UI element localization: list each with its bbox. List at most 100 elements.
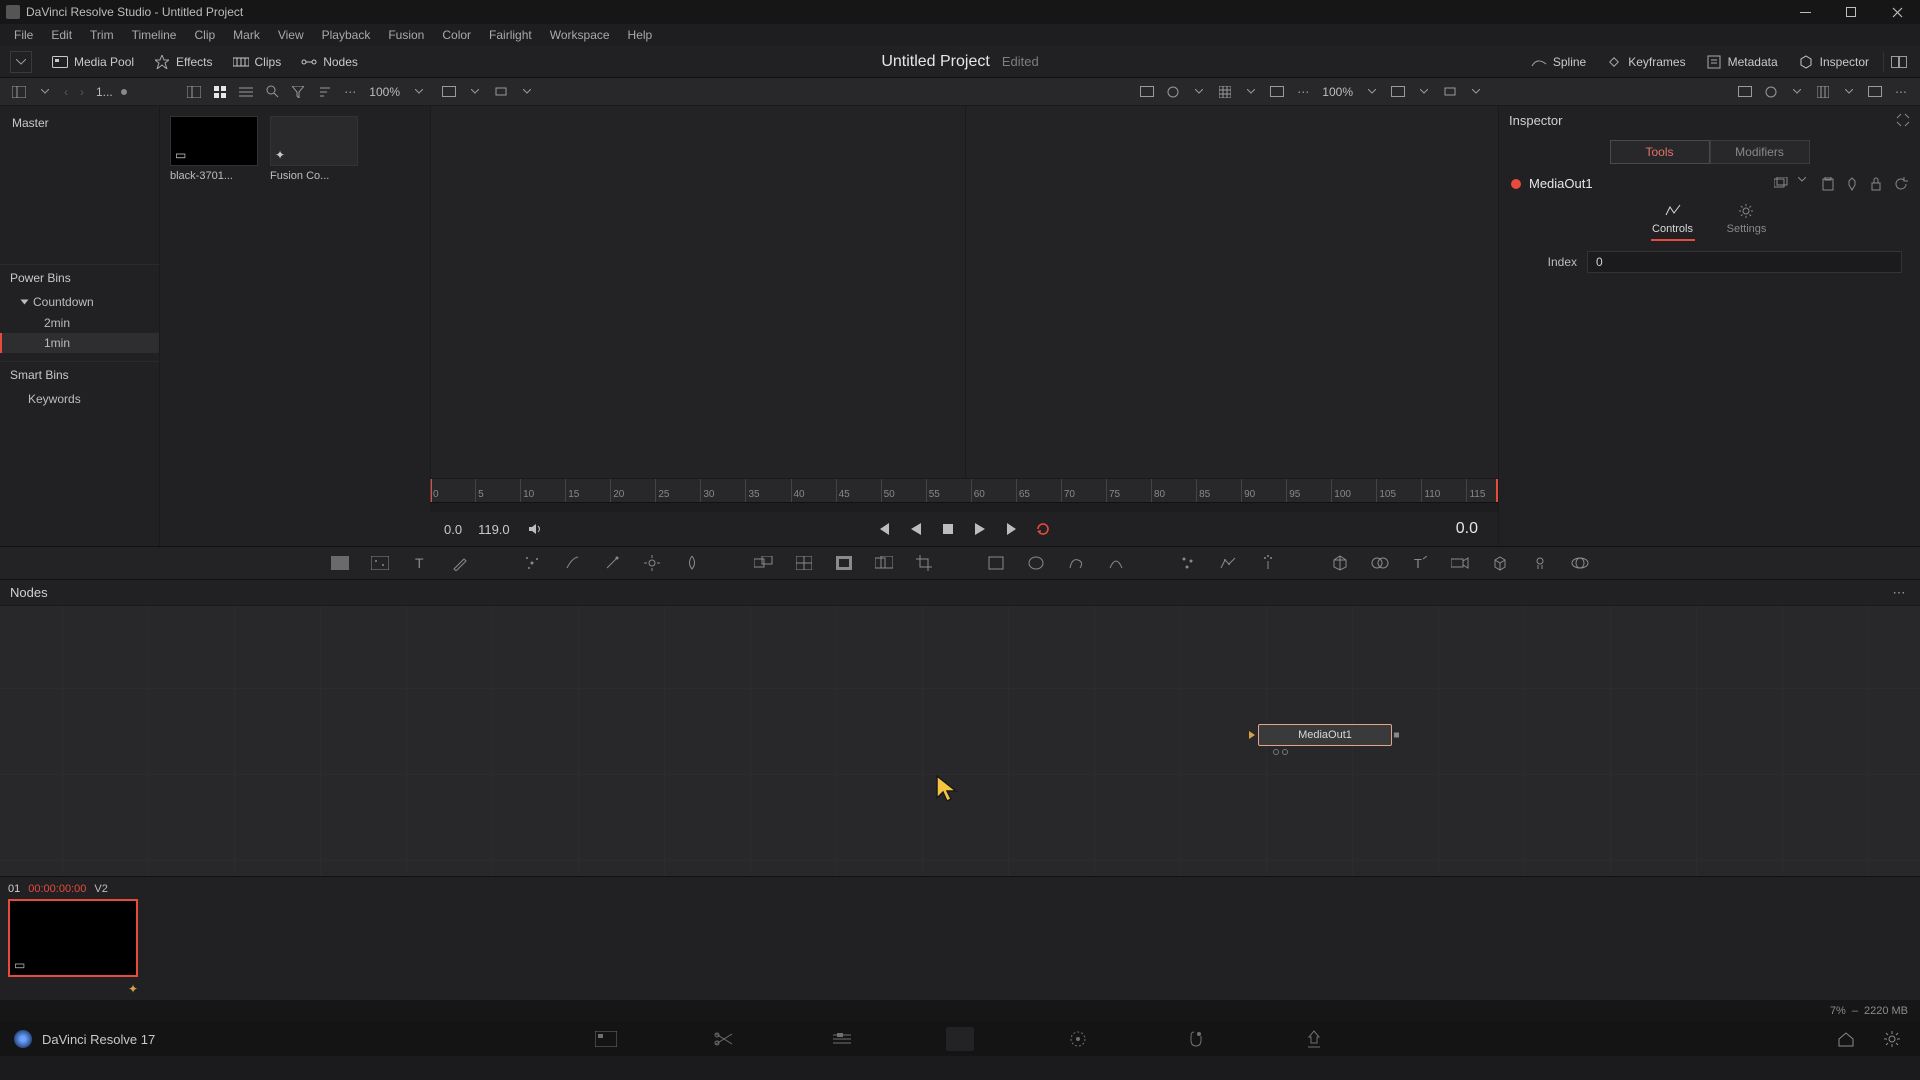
first-frame-button[interactable] [875, 520, 893, 538]
viewer2-snap-button[interactable] [1734, 82, 1756, 102]
view-thumb-button[interactable] [183, 82, 205, 102]
viewer2-grid-button[interactable] [1812, 82, 1834, 102]
play-button[interactable] [971, 520, 989, 538]
smart-bins-header[interactable]: Smart Bins [0, 361, 159, 388]
tracker-tool[interactable] [522, 553, 542, 573]
metadata-button[interactable]: Metadata [1696, 50, 1788, 74]
timeline-clip[interactable]: 01 00:00:00:00 V2 ▭ [8, 883, 140, 977]
subtab-settings[interactable]: Settings [1725, 203, 1769, 241]
dual-view-button[interactable] [1888, 52, 1910, 72]
media-pool-button[interactable]: Media Pool [42, 50, 144, 74]
menu-fairlight[interactable]: Fairlight [481, 26, 540, 44]
camera-tool[interactable] [1450, 553, 1470, 573]
audio-button[interactable] [526, 520, 544, 538]
spheres-tool[interactable] [1370, 553, 1390, 573]
viewer1-color-button[interactable] [1162, 82, 1184, 102]
effects-button[interactable]: Effects [144, 50, 222, 74]
nav-fwd[interactable]: › [76, 85, 88, 99]
zoom-left-label[interactable]: 100% [365, 85, 404, 99]
bin-2min[interactable]: 2min [0, 313, 159, 333]
merge-tool[interactable] [754, 553, 774, 573]
maximize-button[interactable] [1828, 0, 1874, 24]
versions-button[interactable] [1774, 177, 1788, 191]
media-page-button[interactable] [592, 1027, 620, 1051]
stop-button[interactable] [939, 520, 957, 538]
last-frame-button[interactable] [1003, 520, 1021, 538]
menu-file[interactable]: File [6, 26, 41, 44]
menu-view[interactable]: View [270, 26, 312, 44]
paint-tool[interactable] [450, 553, 470, 573]
bin-list-button[interactable] [8, 82, 30, 102]
node-color-dot[interactable] [1511, 179, 1521, 189]
menu-workspace[interactable]: Workspace [542, 26, 618, 44]
out-point[interactable]: 119.0 [478, 522, 510, 537]
power-bins-header[interactable]: Power Bins [0, 264, 159, 291]
bin-dropdown[interactable] [34, 82, 56, 102]
nav-back[interactable]: ‹ [60, 85, 72, 99]
fastnoise-tool[interactable] [370, 553, 390, 573]
nodes-button[interactable]: Nodes [291, 50, 368, 74]
cube-tool[interactable] [1490, 553, 1510, 573]
viewer1-color-dropdown[interactable] [1188, 82, 1210, 102]
viewer2-single-button[interactable] [1864, 82, 1886, 102]
viewer2-fit-button[interactable] [1387, 82, 1409, 102]
particles-tool[interactable] [1178, 553, 1198, 573]
node-mediaout1[interactable]: MediaOut1 [1258, 724, 1392, 746]
nodes-canvas[interactable]: MediaOut1 [0, 606, 1920, 876]
edit-page-button[interactable] [828, 1027, 856, 1051]
clips-button[interactable]: Clips [223, 50, 292, 74]
spline-button[interactable]: Spline [1521, 50, 1596, 74]
prev-frame-button[interactable] [907, 520, 925, 538]
reset-button[interactable] [1894, 177, 1908, 191]
countdown-bin[interactable]: Countdown [0, 291, 159, 313]
subtab-controls[interactable]: Controls [1651, 203, 1695, 241]
bin-1min[interactable]: 1min [0, 333, 159, 353]
tab-tools[interactable]: Tools [1610, 140, 1710, 164]
menu-fusion[interactable]: Fusion [380, 26, 432, 44]
viewer1-fit-button[interactable] [438, 82, 460, 102]
viewer1-rect-dropdown[interactable] [516, 82, 538, 102]
close-button[interactable] [1874, 0, 1920, 24]
nodes-more-button[interactable]: ⋯ [1888, 583, 1910, 603]
prender-tool[interactable] [1218, 553, 1238, 573]
resize-tool[interactable] [874, 553, 894, 573]
menu-mark[interactable]: Mark [225, 26, 268, 44]
sort-label[interactable]: 1... [92, 85, 117, 99]
viewer-divider[interactable] [965, 106, 966, 478]
color-page-button[interactable] [1064, 1027, 1092, 1051]
fairlight-page-button[interactable] [1182, 1027, 1210, 1051]
clip-item[interactable]: ▭ black-3701... [170, 116, 258, 182]
viewer1-snap-button[interactable] [1136, 82, 1158, 102]
minimize-button[interactable] [1782, 0, 1828, 24]
viewer-canvas[interactable] [430, 106, 1498, 478]
sort-button[interactable] [313, 82, 335, 102]
menu-color[interactable]: Color [434, 26, 479, 44]
menu-clip[interactable]: Clip [186, 26, 223, 44]
transform-tool[interactable] [794, 553, 814, 573]
ellipse-mask-tool[interactable] [1026, 553, 1046, 573]
shape3d-tool[interactable] [1330, 553, 1350, 573]
viewer2-fit-dropdown[interactable] [1413, 82, 1435, 102]
current-time[interactable]: 0.0 [1456, 520, 1478, 538]
clip-item[interactable]: ✦ Fusion Co... [270, 116, 358, 182]
filter-button[interactable] [287, 82, 309, 102]
viewer1-rect-button[interactable] [490, 82, 512, 102]
render3d-tool[interactable] [1570, 553, 1590, 573]
view-list-button[interactable] [235, 82, 257, 102]
node-view-dots[interactable] [1273, 749, 1291, 757]
crop-tool[interactable] [914, 553, 934, 573]
layout-dropdown[interactable] [10, 51, 32, 73]
viewer2-rect-button[interactable] [1439, 82, 1461, 102]
expand-icon[interactable] [1896, 113, 1910, 127]
home-button[interactable] [1832, 1027, 1860, 1051]
blur-tool[interactable] [682, 553, 702, 573]
cut-page-button[interactable] [710, 1027, 738, 1051]
scrub-bar[interactable] [430, 502, 1498, 512]
keywords-bin[interactable]: Keywords [0, 388, 159, 410]
pemitter-tool[interactable] [1258, 553, 1278, 573]
viewer1-single-button[interactable] [1266, 82, 1288, 102]
menu-trim[interactable]: Trim [82, 26, 122, 44]
viewer1-grid-button[interactable] [1214, 82, 1236, 102]
tab-modifiers[interactable]: Modifiers [1710, 140, 1810, 164]
rect-mask-tool[interactable] [986, 553, 1006, 573]
